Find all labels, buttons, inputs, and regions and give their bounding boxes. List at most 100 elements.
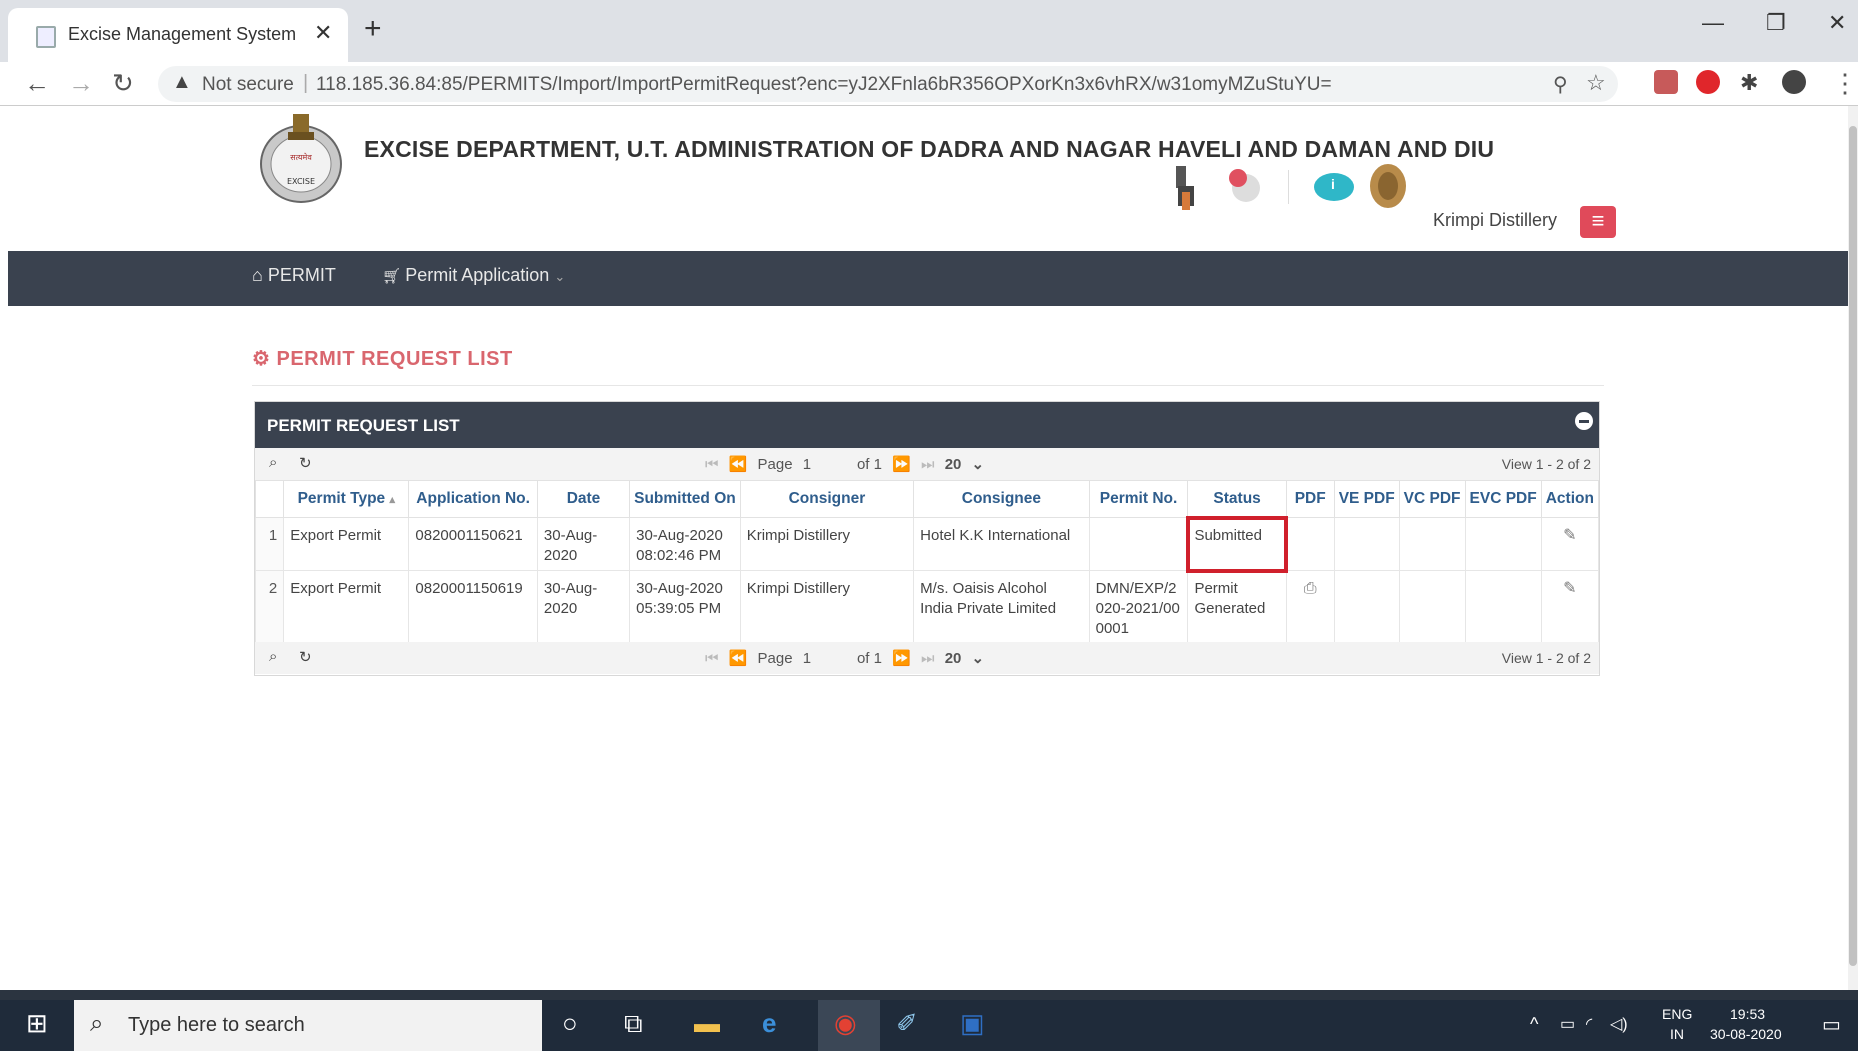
close-tab-icon[interactable]: ✕ [314, 20, 332, 46]
zoom-icon[interactable]: ⚲ [1553, 72, 1568, 97]
omnibox[interactable]: ▲ Not secure | 118.185.36.84:85/PERMITS/… [158, 66, 1618, 102]
new-tab-icon[interactable]: + [364, 14, 382, 44]
search-icon[interactable]: ⌕ [269, 454, 277, 471]
next-page-icon[interactable]: ⏩ [892, 650, 911, 667]
col-consignee[interactable]: Consignee [913, 480, 1090, 518]
col-action[interactable]: Action [1540, 480, 1600, 518]
first-page-icon[interactable]: ⏮ [705, 650, 719, 667]
excise-emblem-logo: सत्यमेव EXCISE [256, 112, 346, 204]
col-application-no[interactable]: Application No. [408, 480, 538, 518]
back-icon[interactable]: ← [24, 68, 50, 99]
cell-submitted-on: 30-Aug-2020 08:02:46 PM [629, 517, 741, 571]
minimize-icon[interactable]: — [1702, 10, 1724, 36]
collapse-grid-icon[interactable] [1575, 412, 1593, 430]
edge-browser-icon[interactable]: e [762, 1008, 776, 1039]
col-submitted-on[interactable]: Submitted On [629, 480, 741, 518]
nav-permit-application[interactable]: 🛒︎ Permit Application ⌄ [382, 265, 565, 286]
pagination-controls: ⏮ ⏪ Page 1 of 1 ⏩ ⏭ 20 ⌄ [705, 649, 990, 667]
edit-icon[interactable]: ✎ [1540, 517, 1600, 571]
word-app-icon[interactable]: ▣ [960, 1008, 985, 1039]
chrome-browser-icon[interactable]: ◉ [834, 1008, 857, 1039]
cell-status: Permit Generated [1187, 570, 1287, 644]
battery-icon[interactable]: ▭ [1560, 1014, 1575, 1034]
prev-page-icon[interactable]: ⏪ [729, 650, 748, 667]
scrollbar-thumb[interactable] [1849, 126, 1857, 966]
cell-consigner: Krimpi Distillery [739, 517, 915, 571]
table-row[interactable]: 1 Export Permit 0820001150621 30-Aug-202… [254, 515, 1600, 573]
region-label[interactable]: IN [1670, 1026, 1684, 1042]
row-number: 1 [254, 517, 285, 571]
language-label[interactable]: ENG [1662, 1006, 1692, 1022]
col-evc-pdf[interactable]: EVC PDF [1464, 480, 1542, 518]
svg-text:सत्यमेव: सत्यमेव [290, 152, 312, 162]
main-navbar: ⌂ PERMIT 🛒︎ Permit Application ⌄ [8, 251, 1848, 306]
page-size-select[interactable]: 20 ⌄ [945, 650, 984, 667]
organization-name[interactable]: Krimpi Distillery [1433, 210, 1557, 231]
task-view-icon[interactable]: ⧉ [624, 1008, 643, 1040]
refresh-icon[interactable]: ↻ [299, 648, 312, 666]
clock-date[interactable]: 30-08-2020 [1710, 1026, 1782, 1042]
col-permit-type-label: Permit Type [297, 490, 386, 507]
windows-start-icon[interactable]: ⊞ [26, 1008, 48, 1039]
tab-title: Excise Management System [68, 24, 297, 44]
table-row[interactable]: 2 Export Permit 0820001150619 30-Aug-202… [254, 570, 1600, 644]
taskbar-search-box[interactable]: ⌕ Type here to search [74, 1000, 542, 1051]
reload-icon[interactable]: ↻ [112, 68, 134, 99]
page-scrollbar[interactable] [1848, 106, 1858, 990]
search-icon[interactable]: ⌕ [269, 648, 277, 665]
col-consigner[interactable]: Consigner [739, 480, 915, 518]
user-walking-icon[interactable] [1176, 166, 1194, 210]
page-number-input[interactable]: 1 [803, 456, 847, 473]
wifi-icon[interactable]: ◜ [1586, 1014, 1592, 1034]
cell-application-no: 0820001150621 [408, 517, 538, 571]
refresh-icon[interactable]: ↻ [299, 454, 312, 472]
cell-application-no: 0820001150619 [408, 570, 538, 644]
cell-date: 30-Aug-2020 [536, 570, 631, 644]
action-center-icon[interactable]: ▭ [1822, 1012, 1841, 1037]
url-text[interactable]: 118.185.36.84:85/PERMITS/Import/ImportPe… [316, 74, 1332, 96]
not-secure-label[interactable]: Not secure [202, 74, 294, 96]
pdf-extension-icon[interactable] [1654, 70, 1678, 94]
page-number-input[interactable]: 1 [803, 650, 847, 667]
warning-icon[interactable]: ▲ [172, 71, 192, 94]
page-title-text: PERMIT REQUEST LIST [276, 348, 513, 370]
forward-icon[interactable]: → [68, 68, 94, 99]
nav-permit[interactable]: ⌂ PERMIT [252, 265, 336, 286]
kebab-menu-icon[interactable]: ⋮ [1832, 68, 1858, 99]
first-page-icon[interactable]: ⏮ [705, 456, 719, 473]
col-pdf[interactable]: PDF [1285, 480, 1335, 518]
notification-bell-icon[interactable] [1229, 169, 1260, 202]
profile-avatar-icon[interactable] [1782, 70, 1806, 94]
col-permit-no[interactable]: Permit No. [1088, 480, 1189, 518]
extensions-puzzle-icon[interactable]: ✱ [1740, 70, 1758, 96]
permit-request-table: Permit Type ▴ Application No. Date Submi… [254, 480, 1600, 644]
col-date[interactable]: Date [536, 480, 631, 518]
next-page-icon[interactable]: ⏩ [892, 456, 911, 473]
speaker-icon[interactable]: ◁) [1610, 1014, 1628, 1034]
col-ve-pdf[interactable]: VE PDF [1333, 480, 1400, 518]
edit-icon[interactable]: ✎ [1540, 570, 1600, 644]
paint-app-icon[interactable]: ✐ [896, 1008, 918, 1039]
page-size-select[interactable]: 20 ⌄ [945, 456, 984, 473]
col-status[interactable]: Status [1187, 480, 1287, 518]
prev-page-icon[interactable]: ⏪ [729, 456, 748, 473]
last-page-icon[interactable]: ⏭ [921, 650, 935, 667]
window-close-icon[interactable]: ✕ [1828, 10, 1846, 36]
opera-extension-icon[interactable] [1696, 70, 1720, 94]
windows-taskbar: ⊞ ⌕ Type here to search ○ ⧉ ▬ e ◉ ✐ ▣ ^ … [0, 1000, 1858, 1051]
cell-consignee: M/s. Oaisis Alcohol India Private Limite… [913, 570, 1090, 644]
bookmark-star-icon[interactable]: ☆ [1586, 70, 1606, 96]
browser-tab[interactable]: Excise Management System ✕ [8, 8, 348, 62]
last-page-icon[interactable]: ⏭ [921, 456, 935, 473]
col-vc-pdf[interactable]: VC PDF [1398, 480, 1466, 518]
pdf-file-icon[interactable]: ⎙ [1285, 570, 1335, 644]
clock-time[interactable]: 19:53 [1730, 1006, 1765, 1022]
col-permit-type[interactable]: Permit Type ▴ [283, 480, 410, 518]
chevron-up-icon[interactable]: ^ [1530, 1014, 1538, 1035]
hamburger-menu-button[interactable]: ≡ [1580, 206, 1616, 238]
department-title: EXCISE DEPARTMENT, U.T. ADMINISTRATION O… [364, 136, 1495, 162]
file-explorer-icon[interactable]: ▬ [694, 1008, 720, 1039]
restore-icon[interactable]: ❐ [1766, 10, 1786, 36]
page-label: Page [757, 650, 793, 667]
cortana-icon[interactable]: ○ [562, 1008, 578, 1039]
